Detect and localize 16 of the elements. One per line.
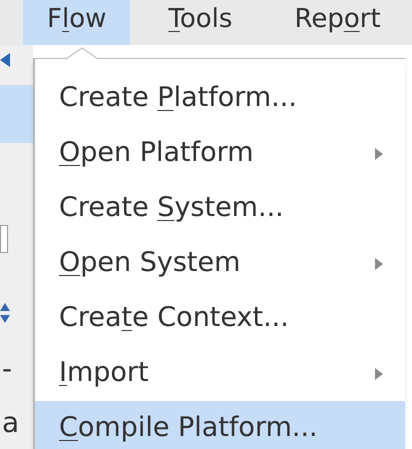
menu-bar-item[interactable]: Flow [23, 0, 130, 45]
selected-row-strip [0, 85, 33, 143]
menu-bar-item[interactable]: Tools [144, 0, 256, 45]
menu-bar-item[interactable]: Report [270, 0, 405, 45]
menu-item[interactable]: Create Context... [35, 291, 405, 346]
menu-item[interactable]: Create Platform... [35, 71, 405, 126]
field-edge [0, 225, 8, 253]
menu-item[interactable]: Import [35, 346, 405, 401]
menu-item[interactable]: Compile Platform... [35, 401, 405, 449]
background-text: - [2, 355, 12, 383]
menu-item[interactable]: Open System [35, 236, 405, 291]
menu-item[interactable]: Create System... [35, 181, 405, 236]
spin-icon[interactable] [0, 301, 10, 325]
background-text: a [2, 409, 20, 437]
arrow-icon[interactable] [0, 53, 10, 67]
menu-item[interactable]: Open Platform [35, 126, 405, 181]
